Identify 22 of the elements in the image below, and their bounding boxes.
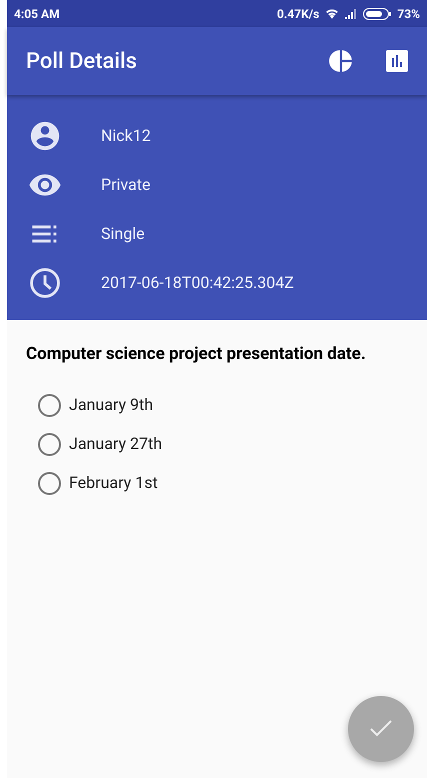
radio-option[interactable]: January 27th [38,424,427,464]
network-speed: 0.47K/s [276,6,320,22]
radio-option[interactable]: February 1st [38,464,427,502]
check-icon [370,720,392,738]
info-text: Nick12 [101,124,151,146]
radio-option[interactable]: January 9th [38,386,427,424]
status-time: 4:05 AM [14,6,60,22]
poll-question: Computer science project presentation date. [26,343,367,366]
radio-icon[interactable] [38,432,61,456]
pie-chart-icon[interactable] [328,48,354,74]
info-text: Single [101,222,145,244]
bar-chart-icon[interactable] [386,50,408,72]
signal-icon [345,8,358,18]
info-text: 2017-06-18T00:42:25.304Z [101,272,294,294]
radio-icon[interactable] [38,394,61,416]
wifi-icon [325,8,340,19]
info-text: Private [101,174,150,196]
radio-icon[interactable] [38,472,61,494]
clock-icon [28,266,62,300]
battery-level: 73% [397,6,420,22]
app-bar-title: Poll Details [26,48,138,76]
battery-icon [363,8,392,20]
